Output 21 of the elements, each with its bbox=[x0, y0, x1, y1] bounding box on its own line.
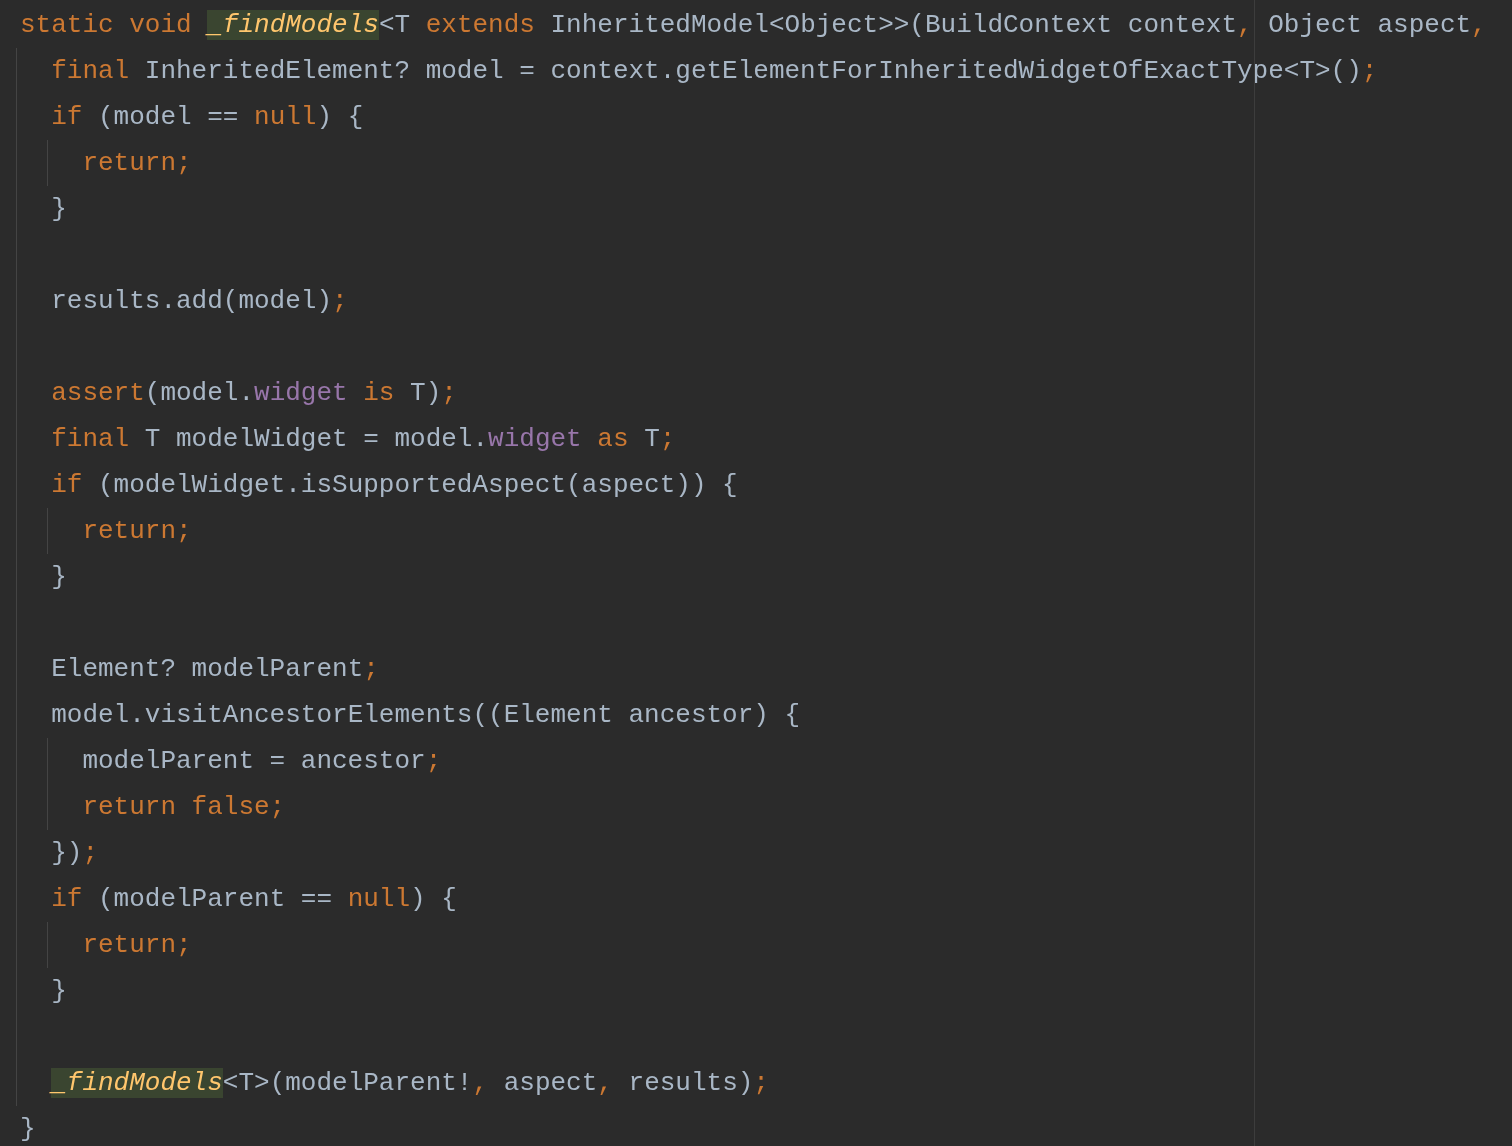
code-line: } bbox=[51, 561, 67, 594]
code-line: final InheritedElement? model = context.getElementForInheritedWidgetOfExactType<T>(); bbox=[51, 55, 1378, 88]
code-line: } bbox=[51, 193, 67, 226]
code-line: return false; bbox=[82, 791, 286, 824]
code-line: final T modelWidget = model.widget as T; bbox=[51, 423, 676, 456]
code-line: if (modelWidget.isSupportedAspect(aspect)) { bbox=[51, 469, 738, 502]
code-line: if (model == null) { bbox=[51, 101, 364, 134]
code-line: }); bbox=[51, 837, 98, 870]
code-line: _findModels<T>(modelParent!, aspect, results); bbox=[51, 1067, 769, 1100]
code-line: return; bbox=[82, 147, 192, 180]
code-line: } bbox=[51, 975, 67, 1008]
code-line: Element? modelParent; bbox=[51, 653, 379, 686]
code-line: model.visitAncestorElements((Element ancestor) { bbox=[51, 699, 801, 732]
code-line: modelParent = ancestor; bbox=[82, 745, 442, 778]
code-line: return; bbox=[82, 929, 192, 962]
code-line: if (modelParent == null) { bbox=[51, 883, 457, 916]
code-line: static void _findModels<T extends InheritedModel<Object>>(BuildContext context, Object aspect, bbox=[20, 9, 1487, 42]
code-line: results.add(model); bbox=[51, 285, 348, 318]
code-line: return; bbox=[82, 515, 192, 548]
code-line: assert(model.widget is T); bbox=[51, 377, 457, 410]
code-line: } bbox=[20, 1113, 36, 1146]
